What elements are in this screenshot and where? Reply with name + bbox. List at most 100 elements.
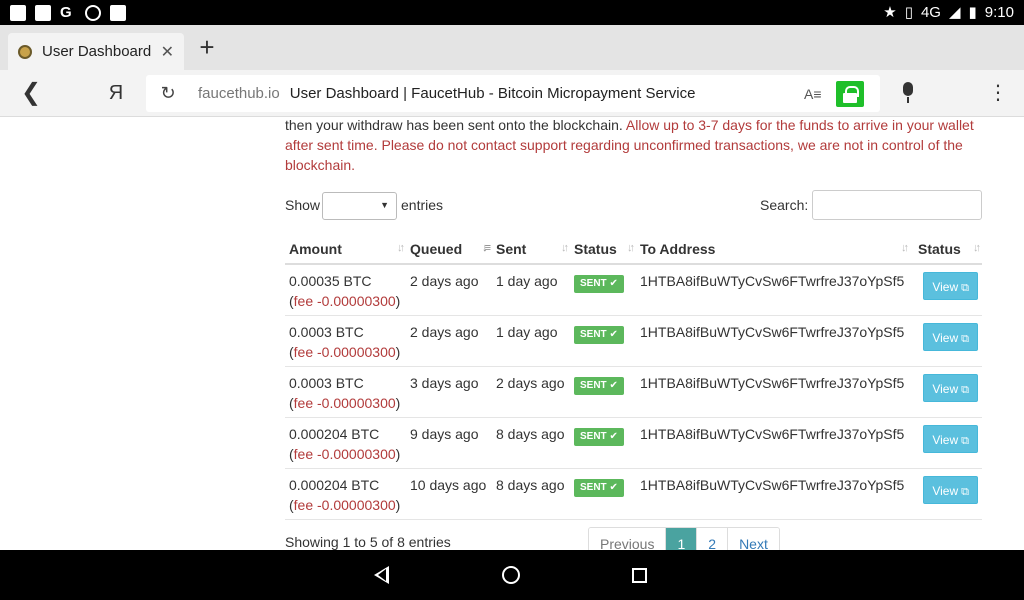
address-cell: 1HTBA8ifBuWTyCvSw6FTwrfreJ37oYpSf5 [636, 417, 910, 469]
tab-title: User Dashboard [42, 43, 152, 60]
table-row: 0.000204 BTC (fee -0.00000300) 9 days ago… [285, 417, 982, 469]
external-link-icon: ⧉ [961, 282, 969, 294]
table-row: 0.000204 BTC (fee -0.00000300) 10 days ag… [285, 468, 982, 520]
search-input[interactable] [812, 190, 982, 220]
address-bar[interactable]: ↻ faucethub.io User Dashboard | FaucetHu… [146, 75, 880, 112]
external-link-icon: ⧉ [961, 383, 969, 396]
external-link-icon: ⧉ [961, 332, 969, 345]
withdrawals-table: Amount ↓↑ Queued ↓≡ Sent ↓↑ Status ↓↑ To Add… [285, 235, 982, 520]
action-cell: View ⧉ [910, 366, 982, 418]
action-cell: View ⧉ [910, 264, 982, 316]
fee-text: fee -0.00000300 [293, 394, 396, 411]
table-controls: Show ▼ entries Search: [285, 190, 982, 222]
column-header-to-address[interactable]: To Address ↓↑ [636, 235, 910, 265]
notification-icons: G [10, 3, 126, 21]
checkmark-icon: ✔ [609, 328, 618, 340]
url-domain: faucethub.io [198, 85, 280, 102]
browser-tab-user-dashboard[interactable]: User Dashboard ✕ [8, 33, 184, 70]
secure-lock-icon[interactable] [836, 80, 864, 107]
search-label: Search: [760, 197, 809, 213]
network-type: 4G [920, 4, 941, 21]
app-notification-icon [35, 4, 51, 21]
vibrate-icon: ▯ [904, 4, 913, 21]
status-cell: SENT ✔ [570, 366, 636, 418]
signal-icon: ◢ [948, 4, 961, 21]
reader-mode-icon[interactable]: A≡ [804, 86, 824, 102]
pagination-page-1[interactable]: 1 [665, 528, 697, 550]
sent-cell: 8 days ago [492, 468, 570, 520]
sent-cell: 1 day ago [492, 315, 570, 367]
external-link-icon: ⧉ [961, 434, 969, 447]
queued-cell: 2 days ago [406, 264, 492, 316]
view-transaction-button[interactable]: View ⧉ [923, 424, 978, 453]
browser-toolbar: ❮ Я ↻ faucethub.io User Dashboard | Fauc… [0, 70, 1024, 117]
sort-desc-icon: ↓≡ [482, 242, 491, 254]
column-header-sent[interactable]: Sent ↓↑ [492, 235, 570, 265]
view-transaction-button[interactable]: View ⧉ [923, 272, 978, 300]
action-cell: View ⧉ [910, 468, 982, 520]
pagination-page-2[interactable]: 2 [696, 528, 728, 550]
amount-cell: 0.0003 BTC (fee -0.00000300) [285, 315, 406, 367]
yandex-icon[interactable]: Я [104, 80, 128, 106]
sort-icon: ↓↑ [627, 242, 635, 254]
view-transaction-button[interactable]: View ⧉ [923, 373, 978, 402]
table-row: 0.00035 BTC (fee -0.00000300) 2 days ago … [285, 264, 982, 316]
faucethub-favicon-icon [18, 44, 32, 59]
g-app-notification-icon: G [60, 3, 72, 21]
new-tab-plus-icon[interactable]: + [194, 33, 220, 63]
star-icon: ★ [883, 4, 897, 21]
queued-cell: 10 days ago [406, 468, 492, 520]
column-header-queued[interactable]: Queued ↓≡ [406, 235, 492, 265]
android-home-icon[interactable] [502, 566, 520, 584]
checkmark-icon: ✔ [609, 379, 618, 391]
column-header-amount[interactable]: Amount ↓↑ [285, 235, 406, 265]
pagination-next[interactable]: Next [727, 528, 779, 550]
menu-kebab-icon[interactable]: ⋮ [988, 82, 1008, 106]
coins-notification-icon [85, 4, 101, 21]
amount-cell: 0.000204 BTC (fee -0.00000300) [285, 417, 406, 469]
android-back-icon[interactable] [374, 566, 389, 584]
page-content: then your withdraw has been sent onto th… [0, 117, 1024, 550]
microphone-icon[interactable] [898, 81, 918, 105]
reload-icon[interactable]: ↻ [158, 83, 178, 104]
view-transaction-button[interactable]: View ⧉ [923, 322, 978, 351]
column-header-status[interactable]: Status ↓↑ [570, 235, 636, 265]
entries-label: entries [401, 197, 444, 213]
amount-cell: 0.0003 BTC (fee -0.00000300) [285, 366, 406, 418]
external-link-icon: ⧉ [961, 485, 969, 498]
close-tab-icon[interactable]: ✕ [161, 42, 174, 62]
gallery-notification-icon [10, 4, 26, 21]
table-header-row: Amount ↓↑ Queued ↓≡ Sent ↓↑ Status ↓↑ To Add… [285, 235, 982, 265]
sort-icon: ↓↑ [973, 242, 981, 254]
fee-text: fee -0.00000300 [293, 445, 396, 462]
clock: 9:10 [984, 4, 1014, 21]
action-cell: View ⧉ [910, 315, 982, 367]
pagination-previous[interactable]: Previous [589, 528, 666, 550]
queued-cell: 3 days ago [406, 366, 492, 418]
status-cell: SENT ✔ [570, 315, 636, 367]
back-arrow-icon[interactable]: ❮ [18, 80, 44, 106]
sent-cell: 8 days ago [492, 417, 570, 469]
address-cell: 1HTBA8ifBuWTyCvSw6FTwrfreJ37oYpSf5 [636, 366, 910, 418]
status-badge: SENT ✔ [574, 275, 624, 293]
column-header-status-action[interactable]: Status ↓↑ [910, 235, 982, 265]
entries-per-page-select[interactable]: ▼ [322, 192, 397, 220]
sort-icon: ↓↑ [397, 242, 405, 254]
android-navigation-bar [0, 550, 1024, 600]
status-badge: SENT ✔ [574, 427, 624, 446]
chevron-down-icon: ▼ [380, 200, 389, 210]
android-recents-icon[interactable] [632, 568, 647, 583]
sort-icon: ↓↑ [901, 242, 909, 254]
checkmark-icon: ✔ [609, 481, 618, 493]
fee-text: fee -0.00000300 [293, 496, 396, 513]
view-transaction-button[interactable]: View ⧉ [923, 475, 978, 504]
notice-text: then your withdraw has been sent onto th… [285, 117, 626, 133]
address-cell: 1HTBA8ifBuWTyCvSw6FTwrfreJ37oYpSf5 [636, 468, 910, 520]
table-info: Showing 1 to 5 of 8 entries [285, 534, 451, 550]
checkmark-icon: ✔ [609, 430, 618, 442]
status-cell: SENT ✔ [570, 468, 636, 520]
table-row: 0.0003 BTC (fee -0.00000300) 3 days ago 2… [285, 366, 982, 418]
sort-icon: ↓↑ [561, 242, 569, 254]
pagination: Previous 1 2 Next [588, 527, 780, 550]
table-row: 0.0003 BTC (fee -0.00000300) 2 days ago 1… [285, 315, 982, 367]
